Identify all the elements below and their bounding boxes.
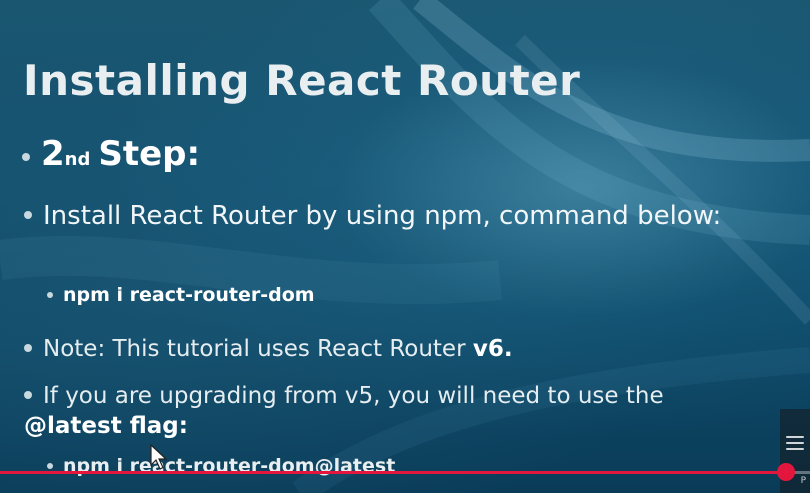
step-number: 2 xyxy=(41,134,65,174)
bullet-icon xyxy=(24,391,32,399)
progress-fill[interactable] xyxy=(0,471,786,474)
slide-title: Installing React Router xyxy=(23,56,581,105)
install-text: Install React Router by using npm, comma… xyxy=(43,201,722,231)
note-item: Note: This tutorial uses React Router v6… xyxy=(24,336,513,362)
step-ordinal-suffix: nd xyxy=(64,149,91,170)
note-text: Note: This tutorial uses React Router xyxy=(43,336,466,362)
slide: Installing React Router 2 nd Step: Insta… xyxy=(0,0,810,493)
bullet-icon xyxy=(22,153,30,161)
install-command-item: npm i react-router-dom xyxy=(47,284,315,306)
bullet-icon xyxy=(47,292,53,298)
step-word: Step: xyxy=(98,134,201,174)
install-instruction: Install React Router by using npm, comma… xyxy=(24,200,784,233)
install-command: npm i react-router-dom xyxy=(63,284,315,306)
upgrade-item: If you are upgrading from v5, you will n… xyxy=(24,381,784,441)
mouse-pointer-icon xyxy=(150,444,168,470)
bullet-icon xyxy=(24,211,32,219)
bullet-icon xyxy=(24,344,32,352)
upgrade-text: If you are upgrading from v5, you will n… xyxy=(43,383,664,409)
step-heading: 2 nd Step: xyxy=(22,134,200,174)
chapters-list-icon[interactable] xyxy=(786,436,804,450)
upgrade-flag: @latest flag: xyxy=(24,413,188,439)
note-version: v6. xyxy=(472,336,513,362)
bullet-icon xyxy=(47,463,53,469)
progress-scrubber-handle[interactable] xyxy=(777,463,795,481)
side-label: P xyxy=(800,476,806,486)
